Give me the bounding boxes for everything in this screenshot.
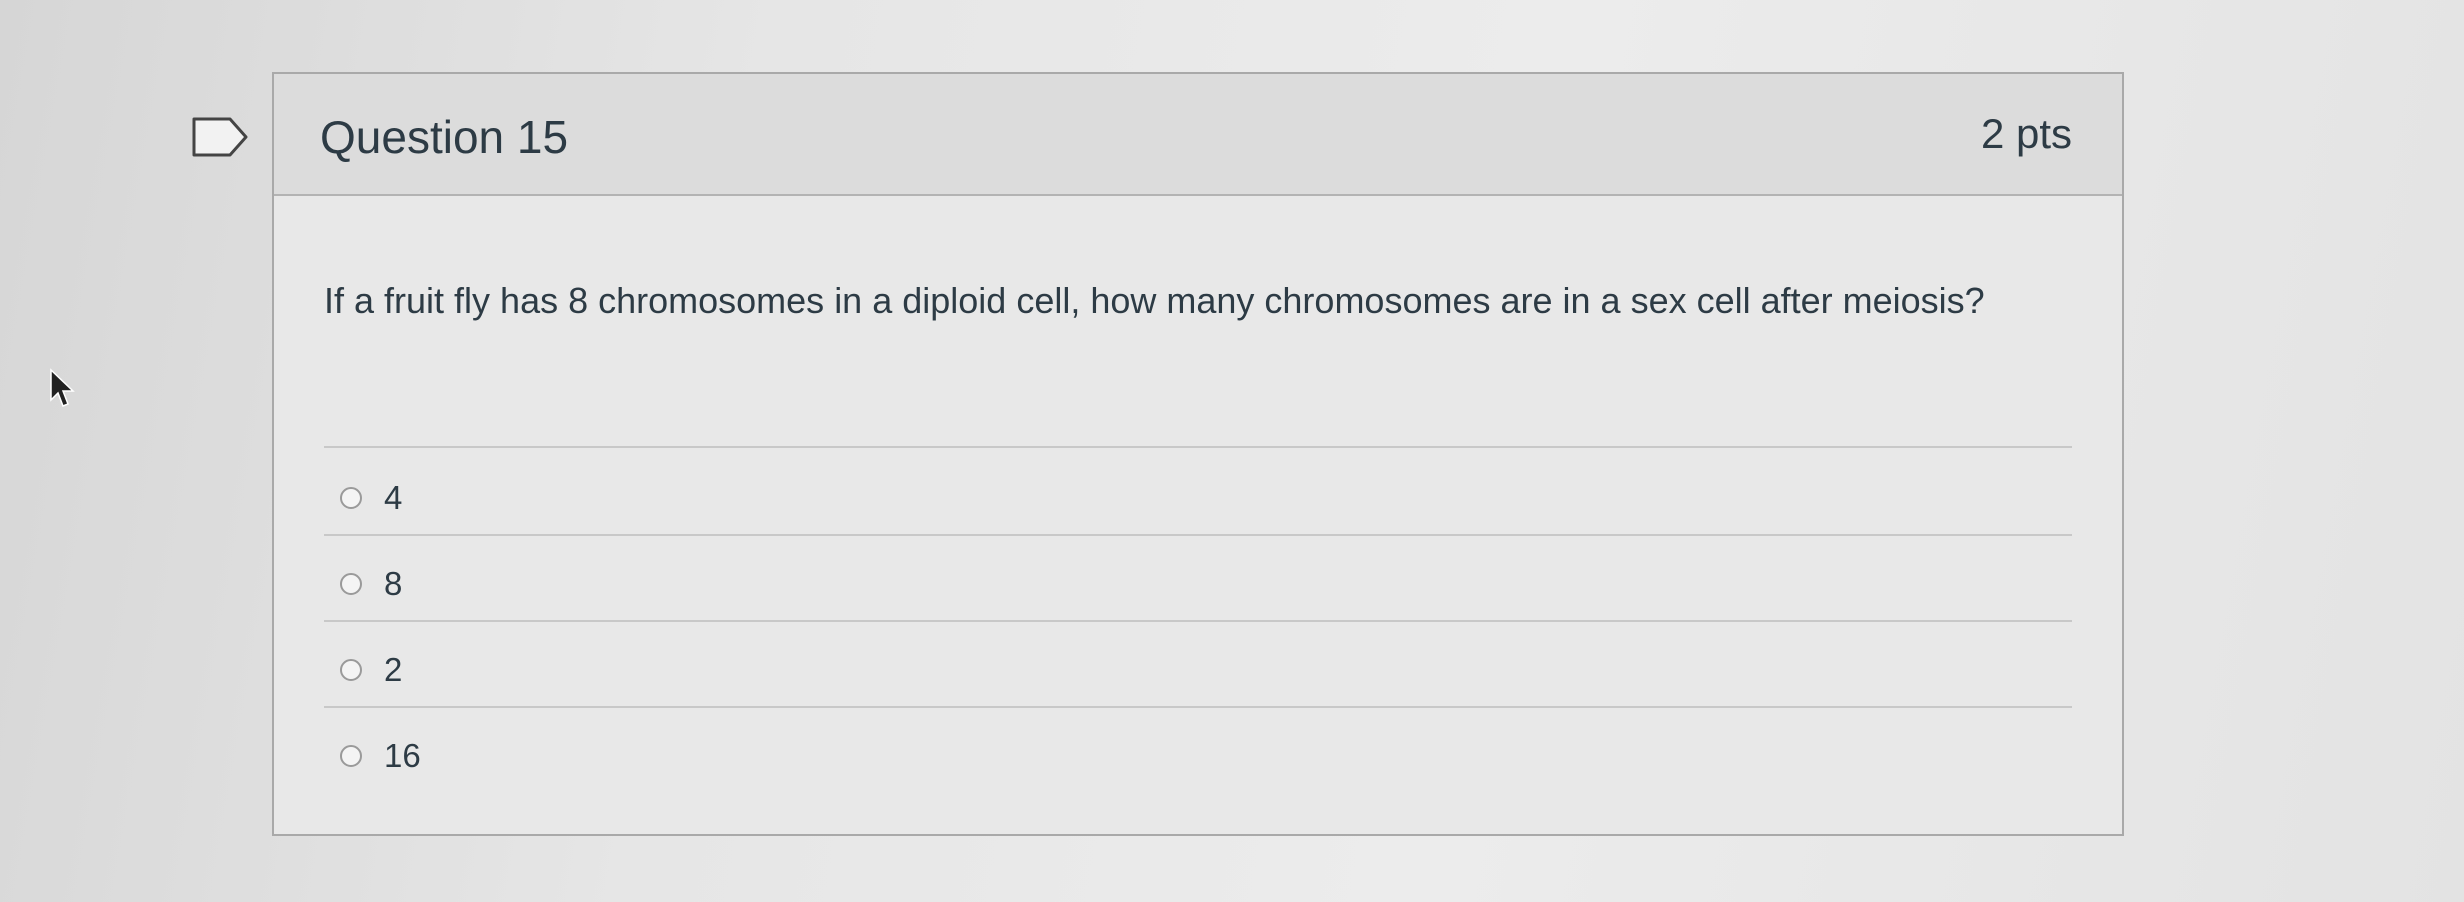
answer-option-3[interactable]: 2 [340,640,2040,700]
answer-option-1[interactable]: 4 [340,468,2040,528]
question-card: Question 15 2 pts If a fruit fly has 8 c… [272,72,2124,836]
mouse-pointer-icon [50,368,75,407]
answer-divider [324,534,2072,536]
answer-label: 16 [384,737,421,774]
answer-label: 4 [384,479,403,516]
radio-button-icon[interactable] [340,573,362,595]
answer-label: 8 [384,565,403,602]
question-text: If a fruit fly has 8 chromosomes in a di… [324,280,1985,321]
question-points: 2 pts [1980,110,2072,157]
answer-divider [324,706,2072,708]
radio-button-icon[interactable] [340,745,362,767]
question-header: Question 15 2 pts [274,74,2122,196]
radio-button-icon[interactable] [340,487,362,509]
flag-question-icon[interactable] [190,115,250,159]
question-title: Question 15 [320,111,569,163]
answer-divider [324,620,2072,622]
radio-button-icon[interactable] [340,659,362,681]
answer-label: 2 [384,651,403,688]
answer-option-4[interactable]: 16 [340,726,2040,786]
answer-option-2[interactable]: 8 [340,554,2040,614]
answer-divider [324,446,2072,448]
